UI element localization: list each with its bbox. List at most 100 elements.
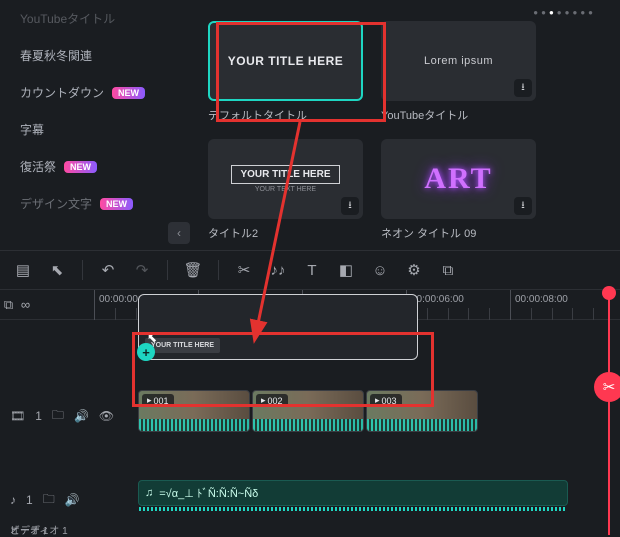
thumb-text: ART [424, 162, 492, 196]
redo-icon[interactable]: ↷ [129, 257, 155, 283]
video-clip[interactable]: ▸ 001 [138, 390, 250, 432]
eye-icon[interactable]: 👁 [99, 409, 114, 423]
video-clip[interactable]: ▸ 003 [366, 390, 478, 432]
page-dots[interactable]: ●●●●●●●● [208, 8, 608, 21]
link-icon[interactable]: ∞ [21, 297, 30, 312]
cut-bubble-button[interactable]: ✂ [594, 372, 620, 402]
delete-icon[interactable]: 🗑 [180, 257, 206, 283]
download-icon[interactable]: ⭳ [341, 197, 359, 215]
timeline-toolbar: ▤ ⬉ ↶ ↷ 🗑 ✂ ♪♪ T ◧ ☺ ⚙ ⧉ [0, 250, 620, 290]
sidebar-item-easter[interactable]: 復活祭 NEW [0, 148, 196, 185]
cursor-icon: ⬉ [147, 331, 157, 345]
sidebar-collapse-button[interactable]: ‹ [168, 222, 190, 244]
audio-track-head[interactable]: ♪ 1 🗀 🔊 オーディオ 1 [0, 486, 138, 515]
clip-tag: ▸ 003 [370, 394, 402, 407]
sidebar-item-label: 春夏秋冬関連 [20, 47, 92, 64]
video-clip[interactable]: ▸ 002 [252, 390, 364, 432]
ruler-minor-tick [552, 308, 553, 320]
sidebar-item-label: YouTubeタイトル [20, 10, 115, 27]
card-caption: タイトル2 [208, 225, 363, 241]
thumb-text: YOUR TITLE HERE [228, 54, 344, 68]
add-icon[interactable]: + [137, 343, 155, 361]
pip-icon[interactable]: ⧉ [435, 257, 461, 283]
sidebar-item-countdown[interactable]: カウントダウン NEW [0, 74, 196, 111]
play-icon: ▸ [261, 395, 266, 406]
thumb-text: Lorem ipsum [424, 55, 493, 67]
audio-track[interactable]: ♫ =√α_⊥ ﾄﾞÑ:Ñ:Ñ~Ñδ [138, 480, 620, 520]
title-thumb[interactable]: Lorem ipsum ⭳ [381, 21, 536, 101]
music-icon: ♫ [145, 487, 153, 499]
title-card-youtube[interactable]: Lorem ipsum ⭳ YouTubeタイトル [381, 21, 536, 123]
sidebar-item-label: 字幕 [20, 121, 44, 138]
ruler-minor-tick [468, 308, 469, 320]
download-icon[interactable]: ⭳ [514, 197, 532, 215]
separator [82, 260, 83, 280]
title-card-default[interactable]: YOUR TITLE HERE デフォルトタイトル [208, 21, 363, 123]
cut-icon[interactable]: ✂ [231, 257, 257, 283]
sidebar-item-label: カウントダウン [20, 84, 104, 101]
sidebar-item-label: 復活祭 [20, 158, 56, 175]
title-thumb[interactable]: YOUR TITLE HERE [208, 21, 363, 101]
new-badge: NEW [64, 161, 97, 173]
speaker-icon[interactable]: 🔊 [74, 409, 89, 423]
card-caption: YouTubeタイトル [381, 107, 536, 123]
card-caption: デフォルトタイトル [208, 107, 363, 123]
text-icon[interactable]: T [299, 257, 325, 283]
clip-tag: ▸ 002 [256, 394, 288, 407]
timeline: ⧉ ∞ 00:00:00:0000:00:02:0000:00:04:0000:… [0, 290, 620, 535]
title-track-head [0, 351, 138, 359]
audio-icon[interactable]: ♪♪ [265, 257, 291, 283]
ruler-minor-tick [115, 308, 116, 320]
clip-tag: ▸ 001 [142, 394, 174, 407]
folder-icon[interactable]: 🗀 [52, 406, 64, 427]
ruler-minor-tick [489, 308, 490, 320]
adjust-icon[interactable]: ⚙ [401, 257, 427, 283]
card-caption: ネオン タイトル 09 [381, 225, 536, 241]
title-thumb[interactable]: YOUR TITLE HERE YOUR TEXT HERE ⭳ [208, 139, 363, 219]
ruler-controls: ⧉ ∞ [0, 290, 34, 319]
color-icon[interactable]: ☺ [367, 257, 393, 283]
title-card-title2[interactable]: YOUR TITLE HERE YOUR TEXT HERE ⭳ タイトル2 [208, 139, 363, 241]
copy-icon[interactable]: ⧉ [4, 297, 13, 313]
playhead[interactable] [608, 290, 610, 535]
title-card-neon09[interactable]: ART ⭳ ネオン タイトル 09 [381, 139, 536, 241]
sidebar-item-seasons[interactable]: 春夏秋冬関連 [0, 37, 196, 74]
track-index: 1 [35, 409, 42, 423]
sidebar-item-design-text[interactable]: デザイン文字 NEW [0, 185, 196, 222]
category-sidebar: YouTubeタイトル 春夏秋冬関連 カウントダウン NEW 字幕 復活祭 NE… [0, 0, 196, 250]
ruler-minor-tick [136, 308, 137, 320]
track-index: 1 [26, 493, 33, 507]
speaker-icon[interactable]: 🔊 [65, 493, 80, 507]
thumb-text: YOUR TITLE HERE [231, 165, 339, 184]
ruler-minor-tick [448, 308, 449, 320]
title-drop-slot[interactable]: YOUR TITLE HERE + ⬉ [138, 294, 418, 360]
chevron-left-icon: ‹ [177, 226, 181, 240]
marker-icon[interactable]: ◧ [333, 257, 359, 283]
download-icon[interactable]: ⭳ [514, 79, 532, 97]
ruler-minor-tick [572, 308, 573, 320]
ruler-minor-tick [593, 308, 594, 320]
title-browser: YouTubeタイトル 春夏秋冬関連 カウントダウン NEW 字幕 復活祭 NE… [0, 0, 620, 250]
video-icon: 🎞 [10, 409, 25, 423]
music-icon: ♪ [10, 493, 16, 507]
video-track[interactable]: ▸ 001 ▸ 002 ▸ 003 [138, 390, 620, 442]
thumb-subtext: YOUR TEXT HERE [255, 186, 316, 193]
select-icon[interactable]: ⬉ [44, 257, 70, 283]
ruler-minor-tick [531, 308, 532, 320]
video-track-head[interactable]: 🎞 1 🗀 🔊 👁 ビデオ 1 [0, 402, 138, 431]
separator [167, 260, 168, 280]
new-badge: NEW [100, 198, 133, 210]
folder-icon[interactable]: 🗀 [43, 490, 55, 511]
audio-clip[interactable]: ♫ =√α_⊥ ﾄﾞÑ:Ñ:Ñ~Ñδ [138, 480, 568, 506]
sidebar-item-label: デザイン文字 [20, 195, 92, 212]
play-icon: ▸ [375, 395, 380, 406]
title-thumb[interactable]: ART ⭳ [381, 139, 536, 219]
sidebar-item-youtube-title[interactable]: YouTubeタイトル [0, 0, 196, 37]
play-icon: ▸ [147, 395, 152, 406]
grid-icon[interactable]: ▤ [10, 257, 36, 283]
undo-icon[interactable]: ↶ [95, 257, 121, 283]
audio-clip-label: =√α_⊥ ﾄﾞÑ:Ñ:Ñ~Ñδ [159, 485, 258, 501]
sidebar-item-subtitle[interactable]: 字幕 [0, 111, 196, 148]
ruler-major-tick: 00:00:08:00 [510, 290, 568, 320]
title-track[interactable]: YOUR TITLE HERE + ⬉ [138, 320, 620, 390]
